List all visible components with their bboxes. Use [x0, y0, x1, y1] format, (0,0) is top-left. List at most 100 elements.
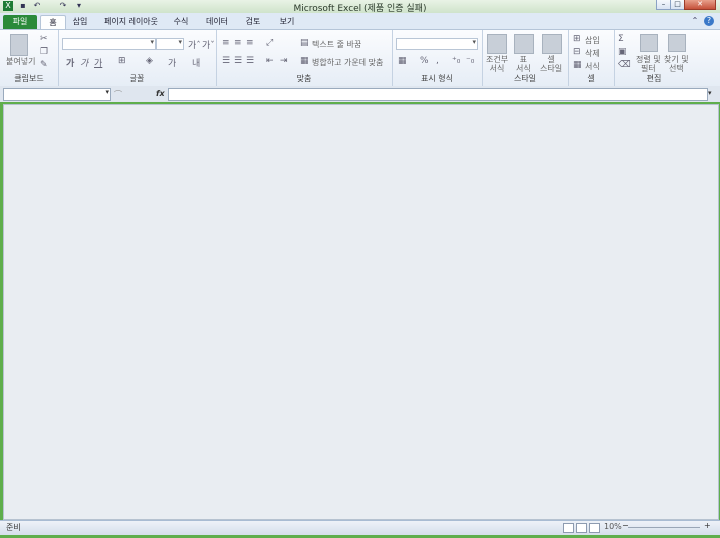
- align-top-icon[interactable]: ≡: [222, 38, 230, 48]
- insert-function-button[interactable]: fx: [156, 89, 165, 98]
- minimize-button[interactable]: –: [656, 0, 671, 10]
- conditional-format-label-1: 조건부: [486, 55, 509, 64]
- alignment-group: ≡ ≡ ≡ ⤢ ☰ ☰ ☰ ⇤ ⇥ ▤ 텍스트 줄 바꿈 ▦ 병합하고 가운데 …: [216, 30, 393, 86]
- italic-icon[interactable]: 가: [80, 56, 88, 69]
- minimize-ribbon-icon[interactable]: ⌃: [690, 16, 700, 26]
- cancel-icon: ⌒: [114, 90, 122, 99]
- zoom-in-icon[interactable]: +: [704, 521, 711, 530]
- tab-insert[interactable]: 삽입: [68, 15, 92, 29]
- cut-icon[interactable]: ✂: [40, 34, 48, 44]
- format-table-label-2: 서식: [516, 64, 531, 73]
- format-table-label-1: 표: [519, 55, 528, 64]
- font-size-combo[interactable]: ▾: [156, 38, 184, 50]
- orientation-icon[interactable]: ⤢: [266, 38, 273, 48]
- accounting-format-icon[interactable]: ▦: [398, 56, 407, 66]
- alignment-group-label: 맞춤: [296, 74, 312, 83]
- wrap-text-button[interactable]: 텍스트 줄 바꿈: [312, 39, 361, 50]
- delete-cells-button[interactable]: 삭제: [585, 48, 600, 59]
- font-color-icon[interactable]: 가: [168, 56, 176, 69]
- clear-icon[interactable]: ⌫: [618, 60, 631, 70]
- zoom-slider[interactable]: [628, 527, 700, 528]
- decrease-indent-icon[interactable]: ⇤: [266, 56, 274, 66]
- page-break-view-icon[interactable]: [589, 523, 600, 533]
- chevron-down-icon: ▾: [178, 38, 182, 46]
- align-bottom-icon[interactable]: ≡: [246, 38, 254, 48]
- format-painter-icon[interactable]: ✎: [40, 60, 48, 70]
- clipboard-group: 붙여넣기 ✂ ❐ ✎ 클립보드: [0, 30, 59, 86]
- editing-group-label: 편집: [646, 74, 662, 83]
- workbook-area[interactable]: [3, 104, 719, 520]
- expand-formula-bar-icon[interactable]: ▾: [708, 89, 712, 97]
- increase-decimal-icon[interactable]: ⁺₀: [452, 56, 460, 66]
- tab-formulas[interactable]: 수식: [168, 15, 194, 29]
- formula-bar: ▾ ⌒ fx ▾: [0, 86, 720, 102]
- find-select-label-2: 선택: [668, 64, 684, 73]
- number-format-combo[interactable]: ▾: [396, 38, 478, 50]
- format-cells-button[interactable]: 서식: [585, 61, 600, 72]
- zoom-level[interactable]: 10%: [604, 522, 622, 531]
- chevron-down-icon: ▾: [150, 38, 154, 46]
- align-middle-icon[interactable]: ≡: [234, 38, 242, 48]
- font-group: ▾ ▾ 가ˆ 가ˇ 가 가 가 ⊞ ◈ 가 내 글꼴: [58, 30, 217, 86]
- bold-icon[interactable]: 가: [66, 56, 74, 69]
- paste-icon[interactable]: [10, 34, 28, 56]
- zoom-out-icon[interactable]: −: [622, 521, 629, 530]
- grow-font-icon[interactable]: 가ˆ: [188, 38, 201, 51]
- cell-styles-button[interactable]: 셀 스타일: [540, 55, 562, 73]
- tab-file[interactable]: 파일: [3, 15, 37, 29]
- tab-page-layout[interactable]: 페이지 레이아웃: [100, 15, 162, 29]
- borders-icon[interactable]: ⊞: [118, 56, 126, 66]
- tab-data[interactable]: 데이터: [202, 15, 232, 29]
- chevron-down-icon: ▾: [105, 88, 109, 96]
- format-table-icon[interactable]: [514, 34, 534, 54]
- align-right-icon[interactable]: ☰: [246, 56, 254, 66]
- editing-group: Σ ▣ ⌫ 정렬 및 필터 찾기 및 선택 편집: [614, 30, 694, 86]
- tab-review[interactable]: 검토: [240, 15, 266, 29]
- status-ready: 준비: [6, 523, 21, 532]
- autosum-icon[interactable]: Σ: [618, 34, 624, 44]
- find-select-icon[interactable]: [668, 34, 686, 52]
- shrink-font-icon[interactable]: 가ˇ: [202, 38, 215, 51]
- align-left-icon[interactable]: ☰: [222, 56, 230, 66]
- conditional-format-icon[interactable]: [487, 34, 507, 54]
- restore-button[interactable]: □: [670, 0, 685, 10]
- help-icon[interactable]: ?: [704, 16, 714, 26]
- delete-cells-icon: ⊟: [573, 47, 581, 57]
- percent-style-button[interactable]: %: [420, 56, 429, 66]
- insert-cells-button[interactable]: 삽입: [585, 35, 600, 46]
- tab-view[interactable]: 보기: [274, 15, 300, 29]
- phonetic-guide-icon[interactable]: 내: [192, 56, 200, 69]
- close-button[interactable]: ✕: [684, 0, 716, 10]
- decrease-decimal-icon[interactable]: ⁻₀: [466, 56, 474, 66]
- underline-icon[interactable]: 가: [94, 56, 102, 69]
- format-table-button[interactable]: 표 서식: [516, 55, 531, 73]
- font-name-combo[interactable]: ▾: [62, 38, 156, 50]
- fill-icon[interactable]: ▣: [618, 47, 627, 57]
- ribbon: 붙여넣기 ✂ ❐ ✎ 클립보드 ▾ ▾ 가ˆ 가ˇ 가 가 가 ⊞ ◈ 가 내 …: [0, 29, 720, 87]
- copy-icon[interactable]: ❐: [40, 47, 48, 57]
- formula-input[interactable]: [168, 88, 708, 101]
- cells-group-label: 셀: [587, 74, 595, 83]
- insert-cells-icon: ⊞: [573, 34, 581, 44]
- comma-style-button[interactable]: ,: [436, 56, 439, 66]
- paste-button[interactable]: 붙여넣기: [6, 56, 35, 67]
- tab-home[interactable]: 홈: [40, 15, 66, 30]
- name-box[interactable]: ▾: [3, 88, 111, 101]
- align-center-icon[interactable]: ☰: [234, 56, 242, 66]
- cell-styles-icon[interactable]: [542, 34, 562, 54]
- find-select-button[interactable]: 찾기 및 선택: [664, 55, 689, 73]
- wrap-text-icon: ▤: [300, 38, 309, 48]
- fill-color-icon[interactable]: ◈: [146, 56, 153, 66]
- normal-view-icon[interactable]: [563, 523, 574, 533]
- styles-group: 조건부 서식 표 서식 셀 스타일 스타일: [482, 30, 569, 86]
- clipboard-group-label: 클립보드: [14, 74, 44, 83]
- conditional-format-button[interactable]: 조건부 서식: [486, 55, 508, 73]
- merge-center-button[interactable]: 병합하고 가운데 맞춤: [312, 57, 383, 68]
- sort-filter-button[interactable]: 정렬 및 필터: [636, 55, 661, 73]
- page-layout-view-icon[interactable]: [576, 523, 587, 533]
- cell-styles-label-1: 셀: [547, 55, 555, 64]
- sort-filter-icon[interactable]: [640, 34, 658, 52]
- number-group: ▾ ▦ % , ⁺₀ ⁻₀ 표시 형식: [392, 30, 483, 86]
- increase-indent-icon[interactable]: ⇥: [280, 56, 288, 66]
- sort-filter-label-2: 필터: [640, 64, 656, 73]
